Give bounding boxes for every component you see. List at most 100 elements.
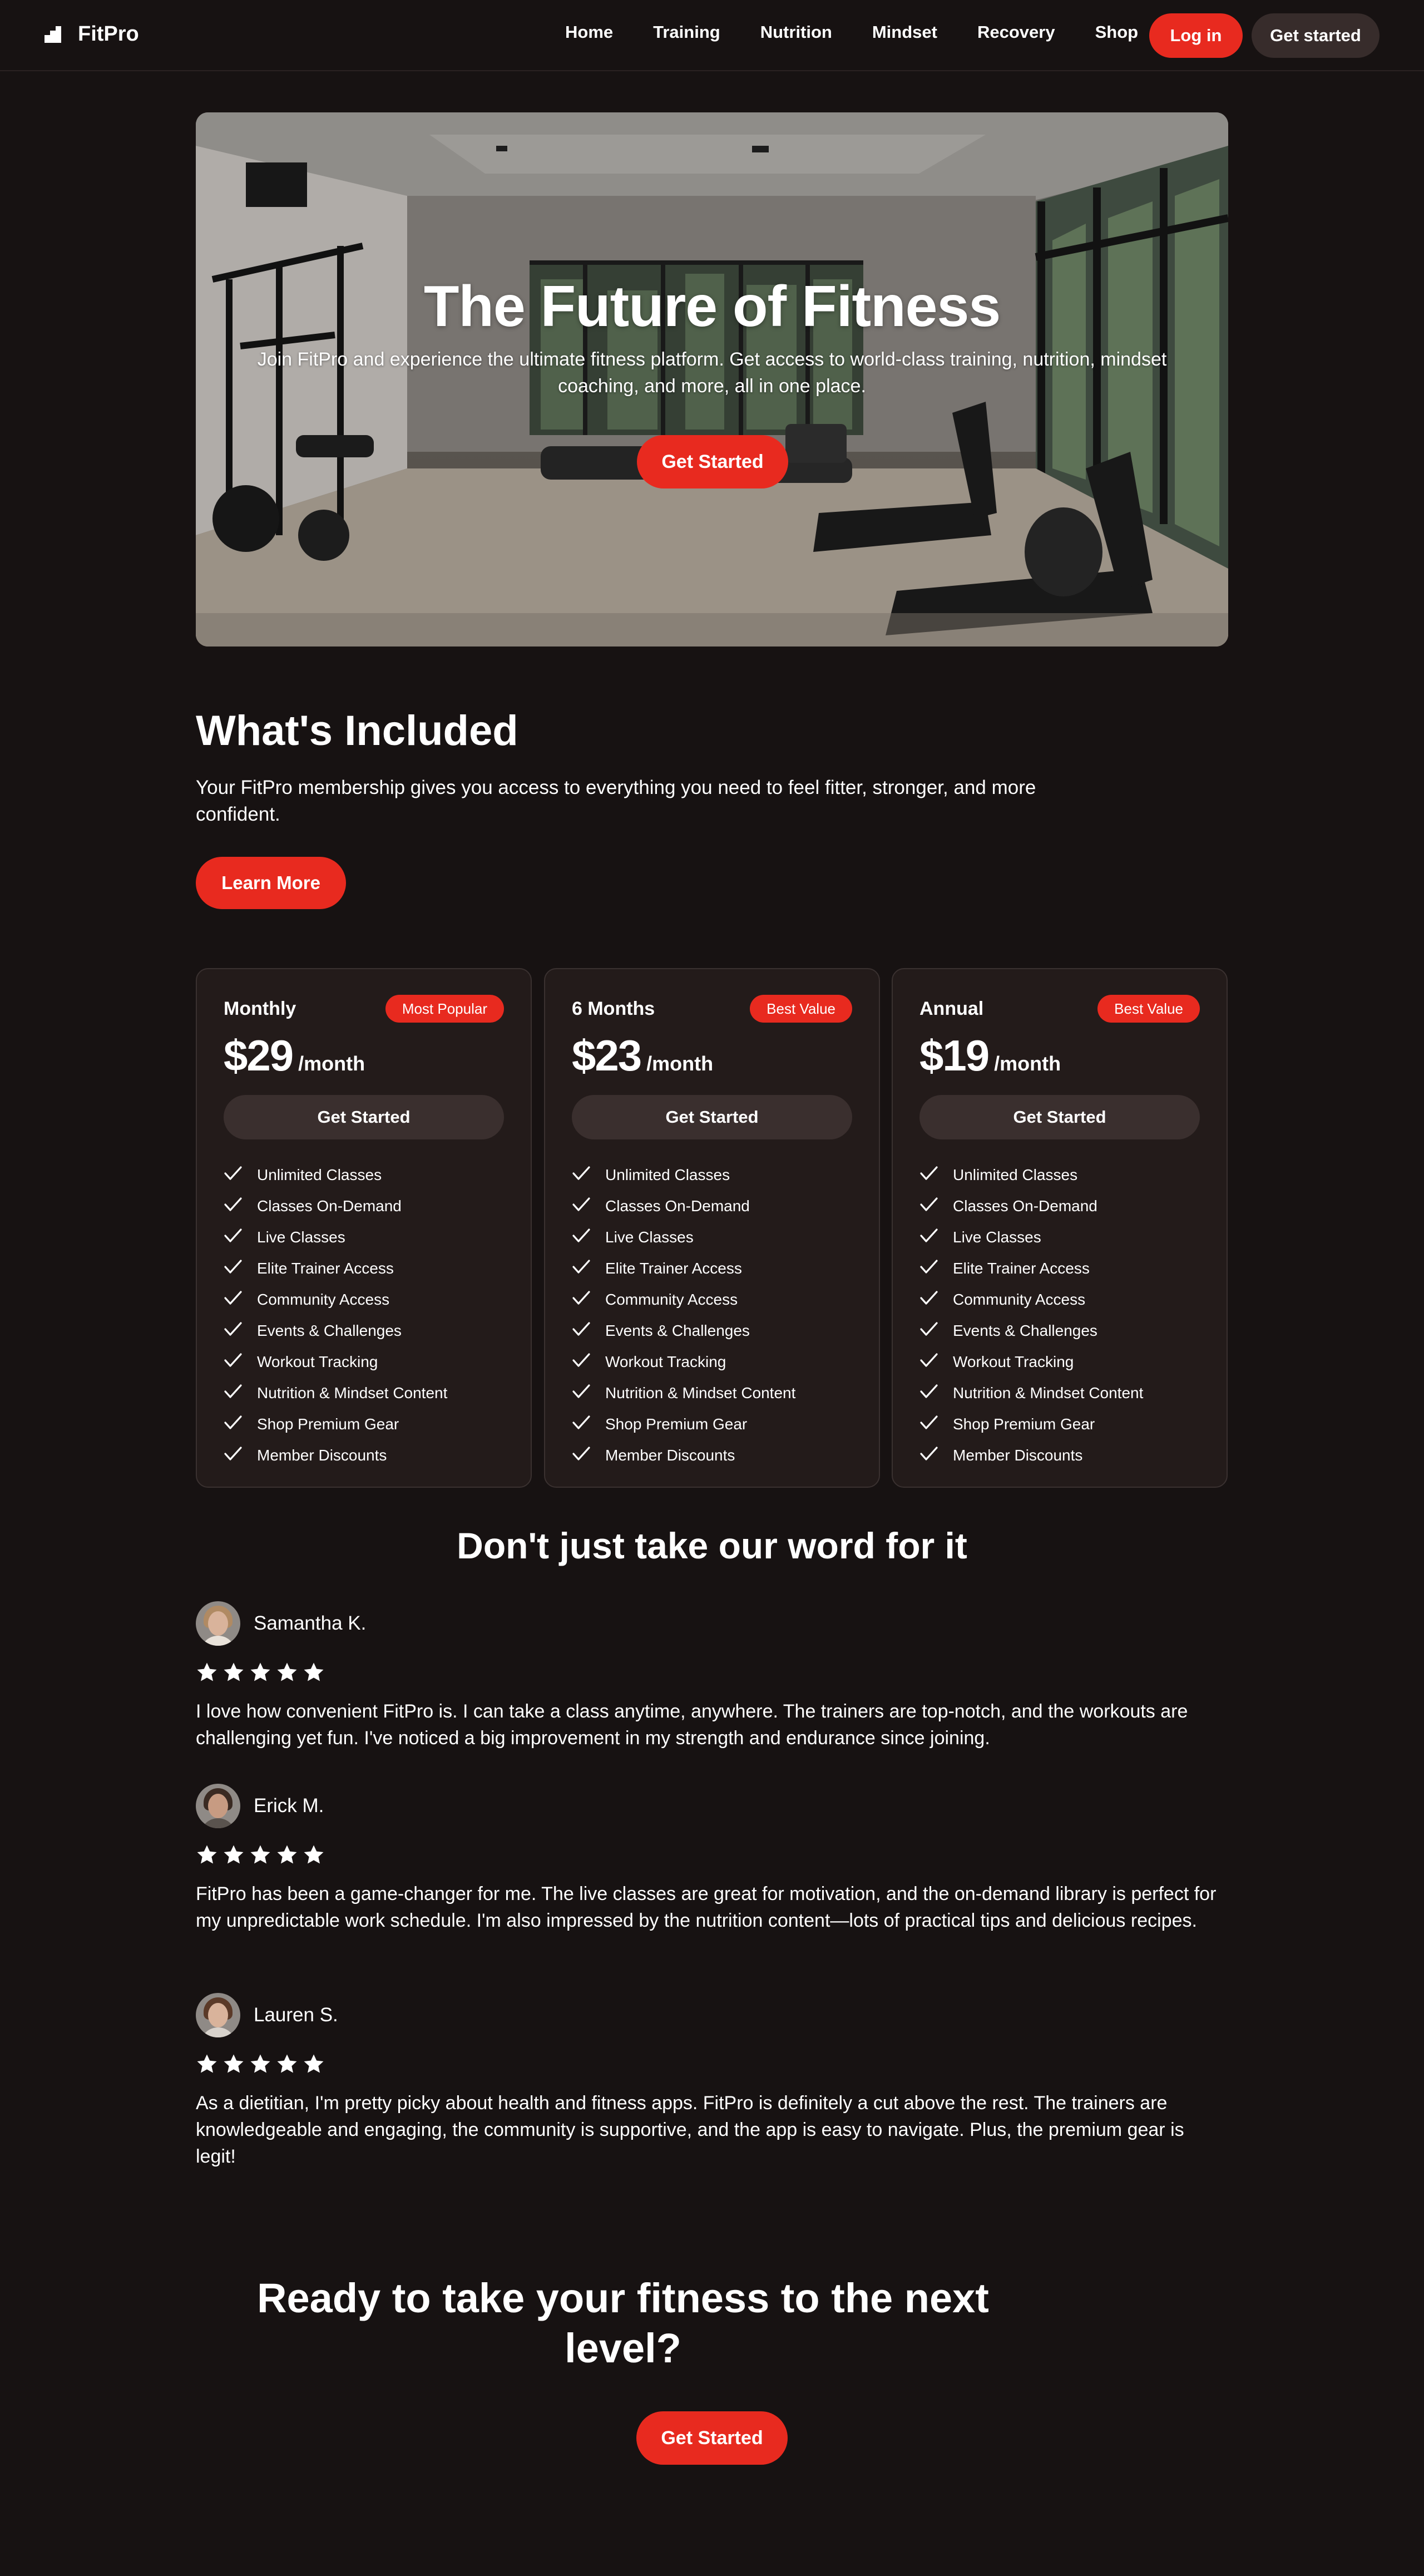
plan-price: $29/month (224, 1030, 365, 1081)
feature-label: Workout Tracking (605, 1353, 726, 1370)
hero-get-started-button[interactable]: Get Started (637, 435, 788, 488)
feature-label: Shop Premium Gear (257, 1415, 399, 1433)
avatar (196, 1601, 240, 1646)
feature-label: Member Discounts (953, 1447, 1083, 1464)
check-icon (572, 1259, 605, 1279)
nav-item-recovery[interactable]: Recovery (977, 22, 1055, 42)
check-icon (572, 1165, 605, 1186)
plan-get-started-button[interactable]: Get Started (919, 1095, 1200, 1139)
check-icon (224, 1414, 257, 1435)
feature-label: Live Classes (605, 1228, 694, 1246)
pricing-card: Annual Best Value $19/month Get Started Unli… (892, 968, 1228, 1488)
check-icon (919, 1414, 953, 1435)
feature-label: Live Classes (953, 1228, 1041, 1246)
star-icon (250, 1662, 270, 1681)
star-icon (277, 2054, 297, 2073)
nav-item-shop[interactable]: Shop (1095, 22, 1139, 42)
star-icon (224, 2054, 244, 2073)
star-icon (250, 1845, 270, 1864)
plan-get-started-button[interactable]: Get Started (572, 1095, 852, 1139)
cta-title: Ready to take your fitness to the next l… (257, 2275, 989, 2371)
feature-label: Live Classes (257, 1228, 345, 1246)
check-icon (224, 1196, 257, 1217)
check-icon (224, 1352, 257, 1373)
feature-label: Community Access (257, 1291, 390, 1308)
feature-item: Unlimited Classes (572, 1159, 795, 1191)
check-icon (224, 1383, 257, 1404)
header-get-started-button[interactable]: Get started (1252, 13, 1380, 58)
check-icon (572, 1352, 605, 1373)
star-rating (196, 1844, 1228, 1868)
feature-item: Live Classes (919, 1222, 1143, 1253)
check-icon (572, 1445, 605, 1466)
login-button[interactable]: Log in (1149, 13, 1243, 58)
feature-label: Events & Challenges (953, 1322, 1097, 1339)
nav-item-nutrition[interactable]: Nutrition (760, 22, 832, 42)
feature-item: Member Discounts (919, 1440, 1143, 1471)
feature-item: Workout Tracking (224, 1346, 447, 1378)
nav-item-training[interactable]: Training (653, 22, 720, 42)
nav-item-mindset[interactable]: Mindset (872, 22, 937, 42)
reviewer: Erick M. (196, 1784, 1228, 1828)
check-icon (224, 1321, 257, 1341)
feature-label: Nutrition & Mindset Content (257, 1384, 448, 1401)
feature-item: Events & Challenges (919, 1315, 1143, 1346)
feature-label: Community Access (605, 1291, 738, 1308)
feature-item: Workout Tracking (919, 1346, 1143, 1378)
check-icon (919, 1165, 953, 1186)
reviewer-name: Erick M. (254, 1795, 324, 1817)
feature-label: Elite Trainer Access (953, 1260, 1090, 1277)
feature-item: Nutrition & Mindset Content (572, 1378, 795, 1409)
check-icon (224, 1445, 257, 1466)
feature-item: Classes On-Demand (224, 1191, 447, 1222)
check-icon (919, 1196, 953, 1217)
pricing-card: Monthly Most Popular $29/month Get Started U… (196, 968, 532, 1488)
reviewer: Samantha K. (196, 1601, 1228, 1646)
feature-label: Unlimited Classes (257, 1166, 382, 1183)
price-unit: /month (646, 1052, 714, 1075)
check-icon (919, 1383, 953, 1404)
price-unit: /month (298, 1052, 365, 1075)
star-icon (224, 1662, 244, 1681)
site-header: FitPro Home Training Nutrition Mindset R… (0, 0, 1424, 71)
check-icon (572, 1383, 605, 1404)
feature-list: Unlimited Classes Classes On-Demand Live C… (572, 1159, 795, 1471)
plan-get-started-button[interactable]: Get Started (224, 1095, 504, 1139)
brand-logo[interactable]: FitPro (44, 22, 139, 46)
price-amount: $19 (919, 1031, 990, 1080)
reviewer-name: Lauren S. (254, 2004, 338, 2026)
feature-label: Nutrition & Mindset Content (605, 1384, 796, 1401)
check-icon (919, 1445, 953, 1466)
learn-more-button[interactable]: Learn More (196, 857, 346, 909)
feature-label: Workout Tracking (953, 1353, 1074, 1370)
feature-item: Nutrition & Mindset Content (224, 1378, 447, 1409)
check-icon (572, 1414, 605, 1435)
feature-item: Elite Trainer Access (224, 1253, 447, 1284)
feature-label: Unlimited Classes (953, 1166, 1078, 1183)
feature-item: Shop Premium Gear (224, 1409, 447, 1440)
cta-get-started-button[interactable]: Get Started (636, 2411, 788, 2465)
review-text: As a dietitian, I'm pretty picky about h… (196, 2093, 1184, 2167)
reviewer: Lauren S. (196, 1993, 1228, 2037)
plan-name: Annual (919, 998, 984, 1019)
feature-item: Events & Challenges (572, 1315, 795, 1346)
price-amount: $29 (224, 1031, 294, 1080)
feature-item: Live Classes (224, 1222, 447, 1253)
hero-title: The Future of Fitness (423, 274, 1001, 339)
check-icon (919, 1227, 953, 1248)
feature-label: Community Access (953, 1291, 1086, 1308)
nav-item-home[interactable]: Home (565, 22, 613, 42)
feature-item: Elite Trainer Access (572, 1253, 795, 1284)
feature-label: Unlimited Classes (605, 1166, 730, 1183)
feature-item: Community Access (919, 1284, 1143, 1315)
feature-item: Classes On-Demand (572, 1191, 795, 1222)
plan-badge: Best Value (750, 995, 852, 1023)
brand-name: FitPro (78, 22, 139, 46)
star-rating (196, 2053, 1228, 2077)
bar-chart-icon (44, 26, 61, 43)
check-icon (919, 1259, 953, 1279)
pricing-card: 6 Months Best Value $23/month Get Started Un… (544, 968, 880, 1488)
included-description: Your FitPro membership gives you access … (196, 777, 1036, 825)
star-icon (277, 1845, 297, 1864)
check-icon (572, 1290, 605, 1310)
